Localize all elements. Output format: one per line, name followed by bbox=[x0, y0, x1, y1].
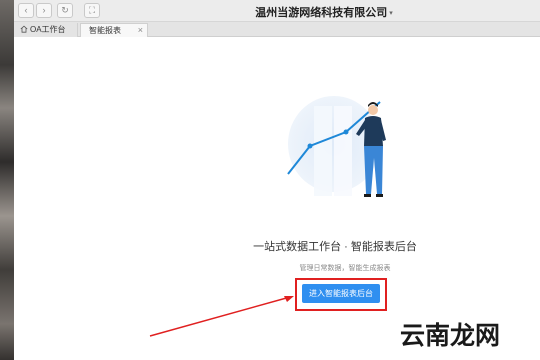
app-window: ‹ › ↻ ⛶ 温州当游网络科技有限公司 ▾ OA工作台 智能报表 × 一站式数… bbox=[0, 0, 540, 360]
window-title[interactable]: 温州当游网络科技有限公司 ▾ bbox=[214, 4, 434, 20]
page-subtitle: 管理日常数据，智能生成报表 bbox=[299, 265, 391, 272]
fullscreen-button[interactable]: ⛶ bbox=[84, 3, 100, 18]
fullscreen-icon: ⛶ bbox=[88, 5, 96, 15]
enter-report-backend-button[interactable]: 进入智能报表后台 bbox=[302, 284, 380, 303]
tab-oa-workbench[interactable]: OA工作台 bbox=[14, 23, 78, 37]
title-bar: ‹ › ↻ ⛶ 温州当游网络科技有限公司 ▾ bbox=[14, 0, 540, 22]
watermark-logo: 云南龙网 bbox=[400, 321, 501, 350]
forward-button[interactable]: › bbox=[36, 3, 52, 18]
home-icon bbox=[20, 25, 28, 33]
tab-bar: OA工作台 智能报表 × bbox=[14, 22, 540, 37]
page-headline: 一站式数据工作台 · 智能报表后台 bbox=[253, 241, 417, 253]
chevron-down-icon: ▾ bbox=[389, 10, 393, 18]
chevron-right-icon: › bbox=[42, 5, 46, 15]
background-photo-strip bbox=[0, 0, 14, 360]
window-title-text: 温州当游网络科技有限公司 bbox=[255, 7, 388, 19]
back-button[interactable]: ‹ bbox=[18, 3, 34, 18]
tab-smart-report[interactable]: 智能报表 × bbox=[80, 23, 148, 37]
refresh-icon: ↻ bbox=[61, 5, 69, 15]
tab-label: 智能报表 bbox=[89, 26, 121, 35]
chevron-left-icon: ‹ bbox=[24, 5, 28, 15]
close-icon[interactable]: × bbox=[138, 24, 143, 37]
refresh-button[interactable]: ↻ bbox=[57, 3, 73, 18]
analytics-illustration bbox=[287, 96, 386, 197]
tab-label: OA工作台 bbox=[30, 25, 66, 34]
